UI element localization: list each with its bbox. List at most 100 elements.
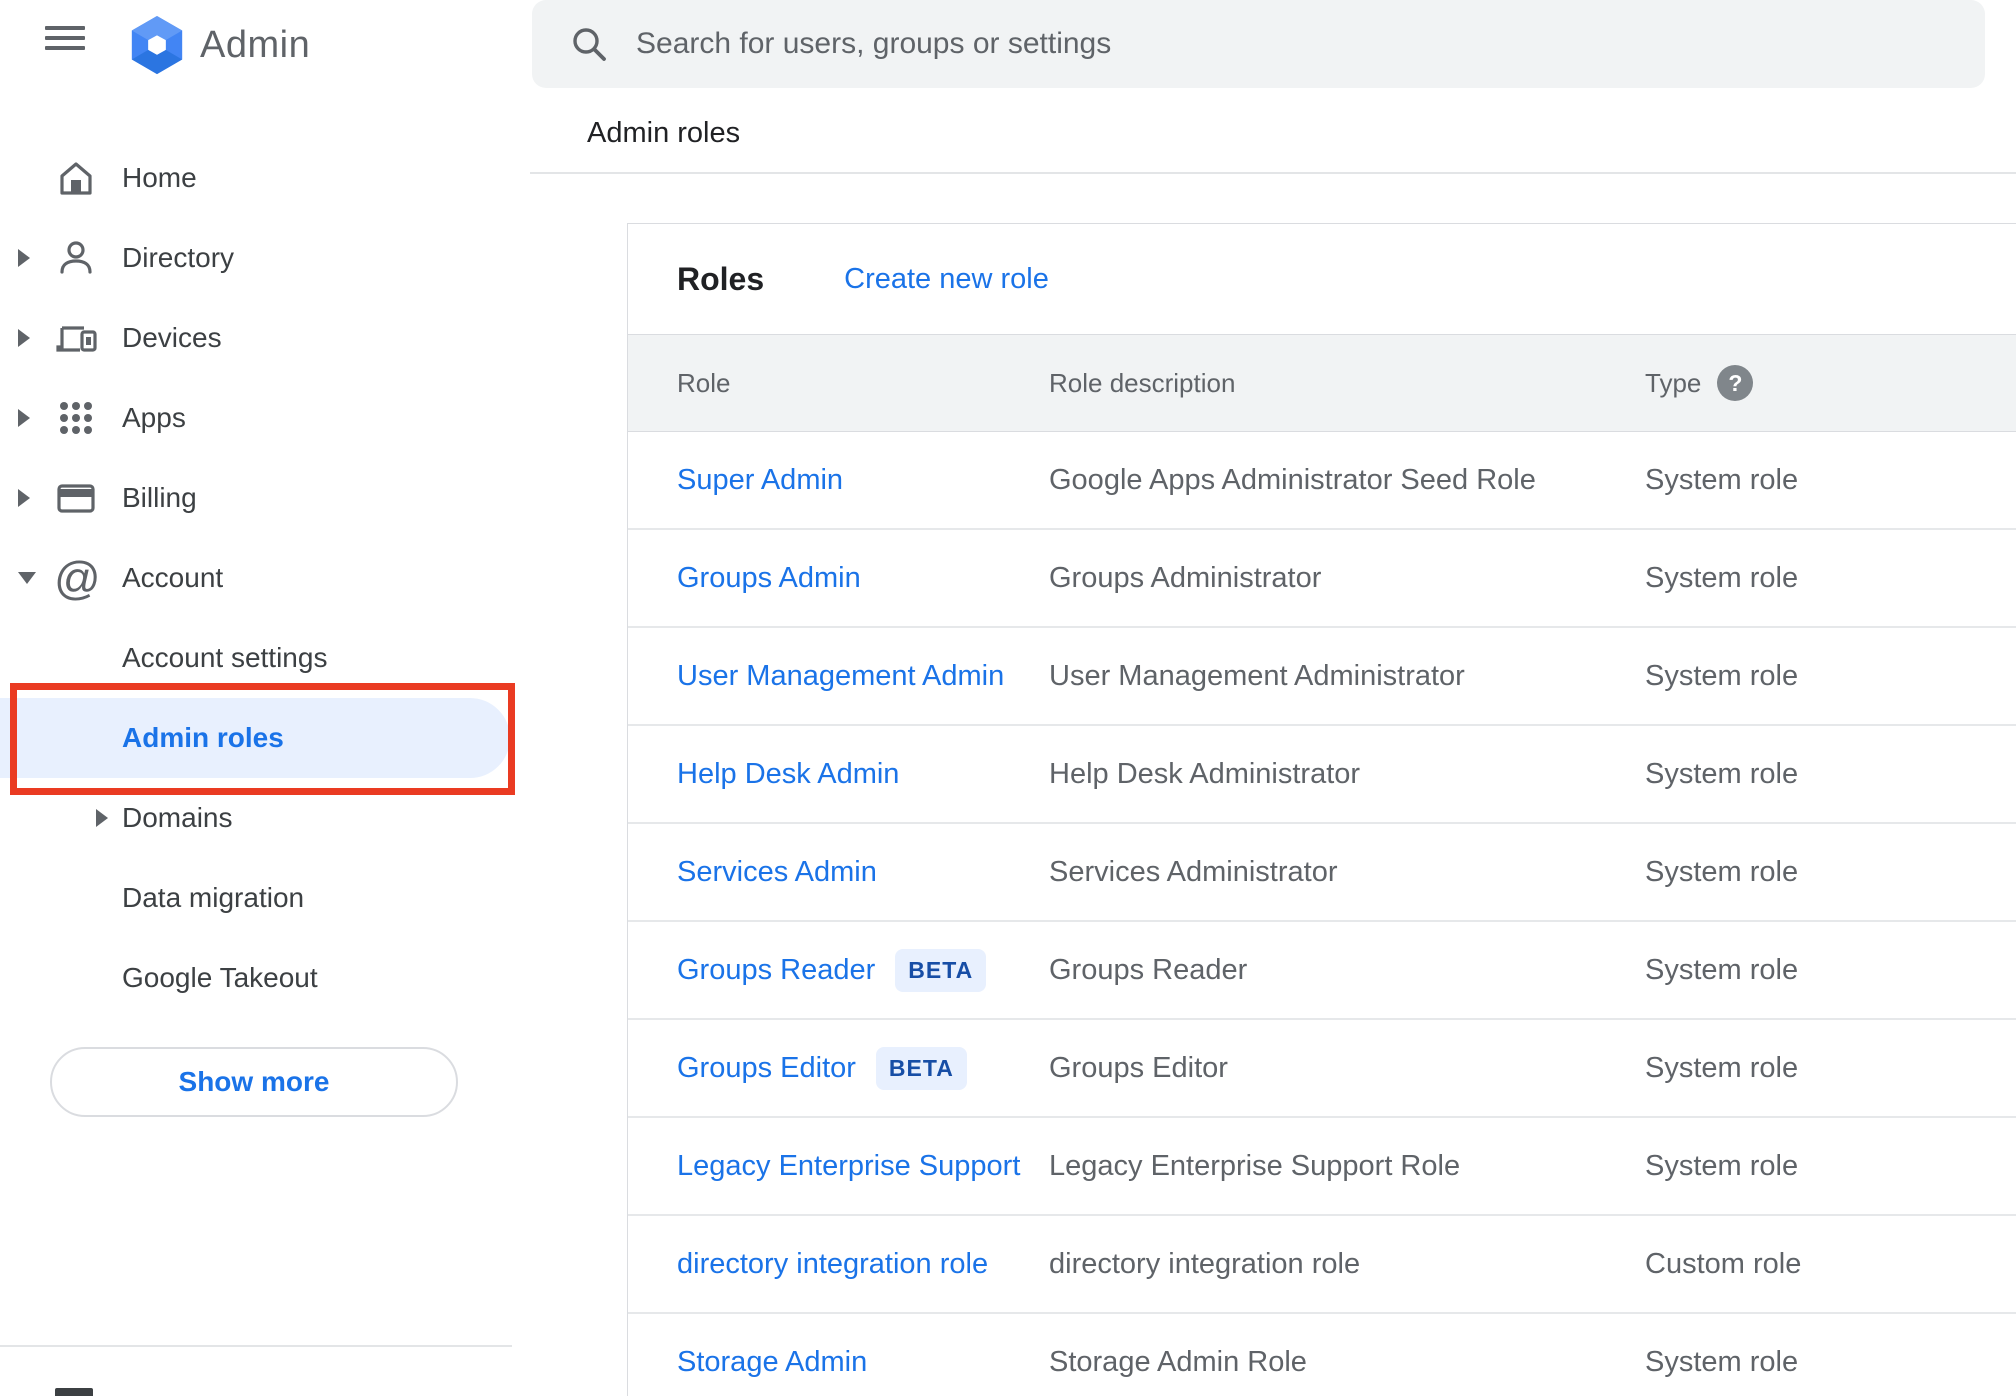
role-link[interactable]: Groups Admin (677, 562, 861, 595)
role-type: Custom role (1645, 1247, 1802, 1280)
beta-badge: BETA (875, 1046, 967, 1090)
search-icon (573, 28, 606, 61)
table-row: Super Admin Google Apps Administrator See… (628, 432, 2016, 530)
role-type: System role (1645, 561, 1799, 594)
sidebar-subitem-domains[interactable]: Domains (0, 778, 512, 858)
role-link[interactable]: Services Admin (677, 856, 877, 889)
role-description: Groups Administrator (1049, 561, 1322, 594)
admin-logo-icon (131, 15, 183, 75)
breadcrumb: Admin roles (587, 117, 741, 149)
table-row: Groups Reader BETA Groups Reader System rol… (628, 922, 2016, 1020)
table-row: User Management Admin User Management Adm… (628, 628, 2016, 726)
sidebar-divider (0, 1345, 512, 1347)
create-new-role-link[interactable]: Create new role (844, 263, 1049, 296)
admin-console-screen: Admin Home Directory Devices Apps Billing @ Ac… (0, 0, 2016, 1396)
role-type: System role (1645, 953, 1799, 986)
role-description: Google Apps Administrator Seed Role (1049, 463, 1536, 496)
chevron-right-icon[interactable] (18, 489, 30, 507)
person-icon (48, 236, 122, 280)
sidebar-nav: Home Directory Devices Apps Billing @ Account A… (0, 138, 512, 1018)
sidebar-item-label: Billing (122, 482, 197, 513)
role-description: Storage Admin Role (1049, 1345, 1307, 1378)
role-description: Groups Editor (1049, 1051, 1228, 1084)
role-type: System role (1645, 855, 1799, 888)
table-row: Help Desk Admin Help Desk Administrator Sy… (628, 726, 2016, 824)
role-description: Services Administrator (1049, 855, 1338, 888)
sidebar-subitem-account-settings[interactable]: Account settings (0, 618, 512, 698)
table-row: Storage Admin Storage Admin Role System ro… (628, 1314, 2016, 1396)
header-divider (530, 172, 2016, 174)
role-link[interactable]: directory integration role (677, 1248, 988, 1281)
sidebar-subitem-label: Admin roles (122, 722, 284, 753)
hamburger-menu-icon[interactable] (45, 26, 85, 54)
table-row: Legacy Enterprise Support Legacy Enterpri… (628, 1118, 2016, 1216)
role-link[interactable]: Storage Admin (677, 1346, 867, 1379)
table-row: Groups Admin Groups Administrator System r… (628, 530, 2016, 628)
role-link[interactable]: Groups Editor (677, 1052, 856, 1085)
app-title: Admin (200, 23, 311, 66)
sidebar: Admin Home Directory Devices Apps Billing @ Ac… (0, 0, 515, 1396)
role-link[interactable]: Legacy Enterprise Support (677, 1150, 1020, 1183)
column-header-description: Role description (1049, 367, 1236, 398)
sidebar-item-devices[interactable]: Devices (0, 298, 512, 378)
role-link[interactable]: Groups Reader (677, 954, 875, 987)
role-description: Legacy Enterprise Support Role (1049, 1149, 1461, 1182)
sidebar-subitem-label: Data migration (122, 882, 305, 913)
role-description: directory integration role (1049, 1247, 1361, 1280)
role-type: System role (1645, 757, 1799, 790)
chevron-right-icon[interactable] (96, 809, 108, 827)
at-icon: @ (54, 552, 101, 604)
sidebar-subitem-label: Google Takeout (122, 962, 318, 993)
sidebar-item-label: Account (122, 562, 224, 593)
sidebar-item-directory[interactable]: Directory (0, 218, 512, 298)
role-link[interactable]: Help Desk Admin (677, 758, 899, 791)
role-type: System role (1645, 1149, 1799, 1182)
sidebar-item-label: Home (122, 162, 197, 193)
sidebar-item-label: Apps (122, 402, 186, 433)
home-icon (48, 156, 122, 200)
sidebar-subitem-google-takeout[interactable]: Google Takeout (0, 938, 512, 1018)
sidebar-item-label: Directory (122, 242, 235, 273)
sidebar-item-label: Devices (122, 322, 222, 353)
role-type: System role (1645, 463, 1799, 496)
role-type: System role (1645, 1345, 1799, 1378)
table-row: directory integration role directory inte… (628, 1216, 2016, 1314)
sidebar-header: Admin (0, 0, 512, 90)
chevron-right-icon[interactable] (18, 249, 30, 267)
role-link[interactable]: User Management Admin (677, 660, 1004, 693)
sidebar-subitem-data-migration[interactable]: Data migration (0, 858, 512, 938)
chevron-right-icon[interactable] (18, 329, 30, 347)
table-header-row: Role Role description Type ? (628, 334, 2016, 432)
sidebar-item-home[interactable]: Home (0, 138, 512, 218)
devices-icon (48, 316, 122, 360)
card-icon (48, 476, 122, 520)
sidebar-item-billing[interactable]: Billing (0, 458, 512, 538)
panel-title: Roles (677, 260, 765, 297)
sidebar-item-account[interactable]: @ Account (0, 538, 512, 618)
beta-badge: BETA (895, 948, 987, 992)
roles-panel-header: Roles Create new role (628, 224, 2016, 334)
chevron-down-icon[interactable] (18, 572, 36, 584)
main-content: Admin roles Roles Create new role Role R… (512, 0, 2016, 1396)
role-type: System role (1645, 1051, 1799, 1084)
clipped-bottom-icon (55, 1388, 93, 1396)
role-description: Groups Reader (1049, 953, 1248, 986)
sidebar-subitem-label: Account settings (122, 642, 328, 673)
show-more-button[interactable]: Show more (50, 1047, 458, 1117)
sidebar-item-apps[interactable]: Apps (0, 378, 512, 458)
chevron-right-icon[interactable] (18, 409, 30, 427)
table-row: Services Admin Services Administrator Syst… (628, 824, 2016, 922)
sidebar-subitem-admin-roles[interactable]: Admin roles (0, 698, 510, 778)
role-description: Help Desk Administrator (1049, 757, 1361, 790)
role-description: User Management Administrator (1049, 659, 1465, 692)
search-input[interactable] (636, 27, 1985, 61)
column-header-type: Type ? (1645, 365, 2016, 401)
sidebar-subitem-label: Domains (122, 802, 233, 833)
question-mark-icon[interactable]: ? (1717, 365, 1754, 401)
column-header-role: Role (677, 367, 731, 398)
table-row: Groups Editor BETA Groups Editor System rol… (628, 1020, 2016, 1118)
search-bar (532, 0, 1985, 88)
roles-table-body: Super Admin Google Apps Administrator See… (628, 432, 2016, 1396)
role-link[interactable]: Super Admin (677, 464, 843, 497)
apps-grid-icon (48, 396, 122, 440)
